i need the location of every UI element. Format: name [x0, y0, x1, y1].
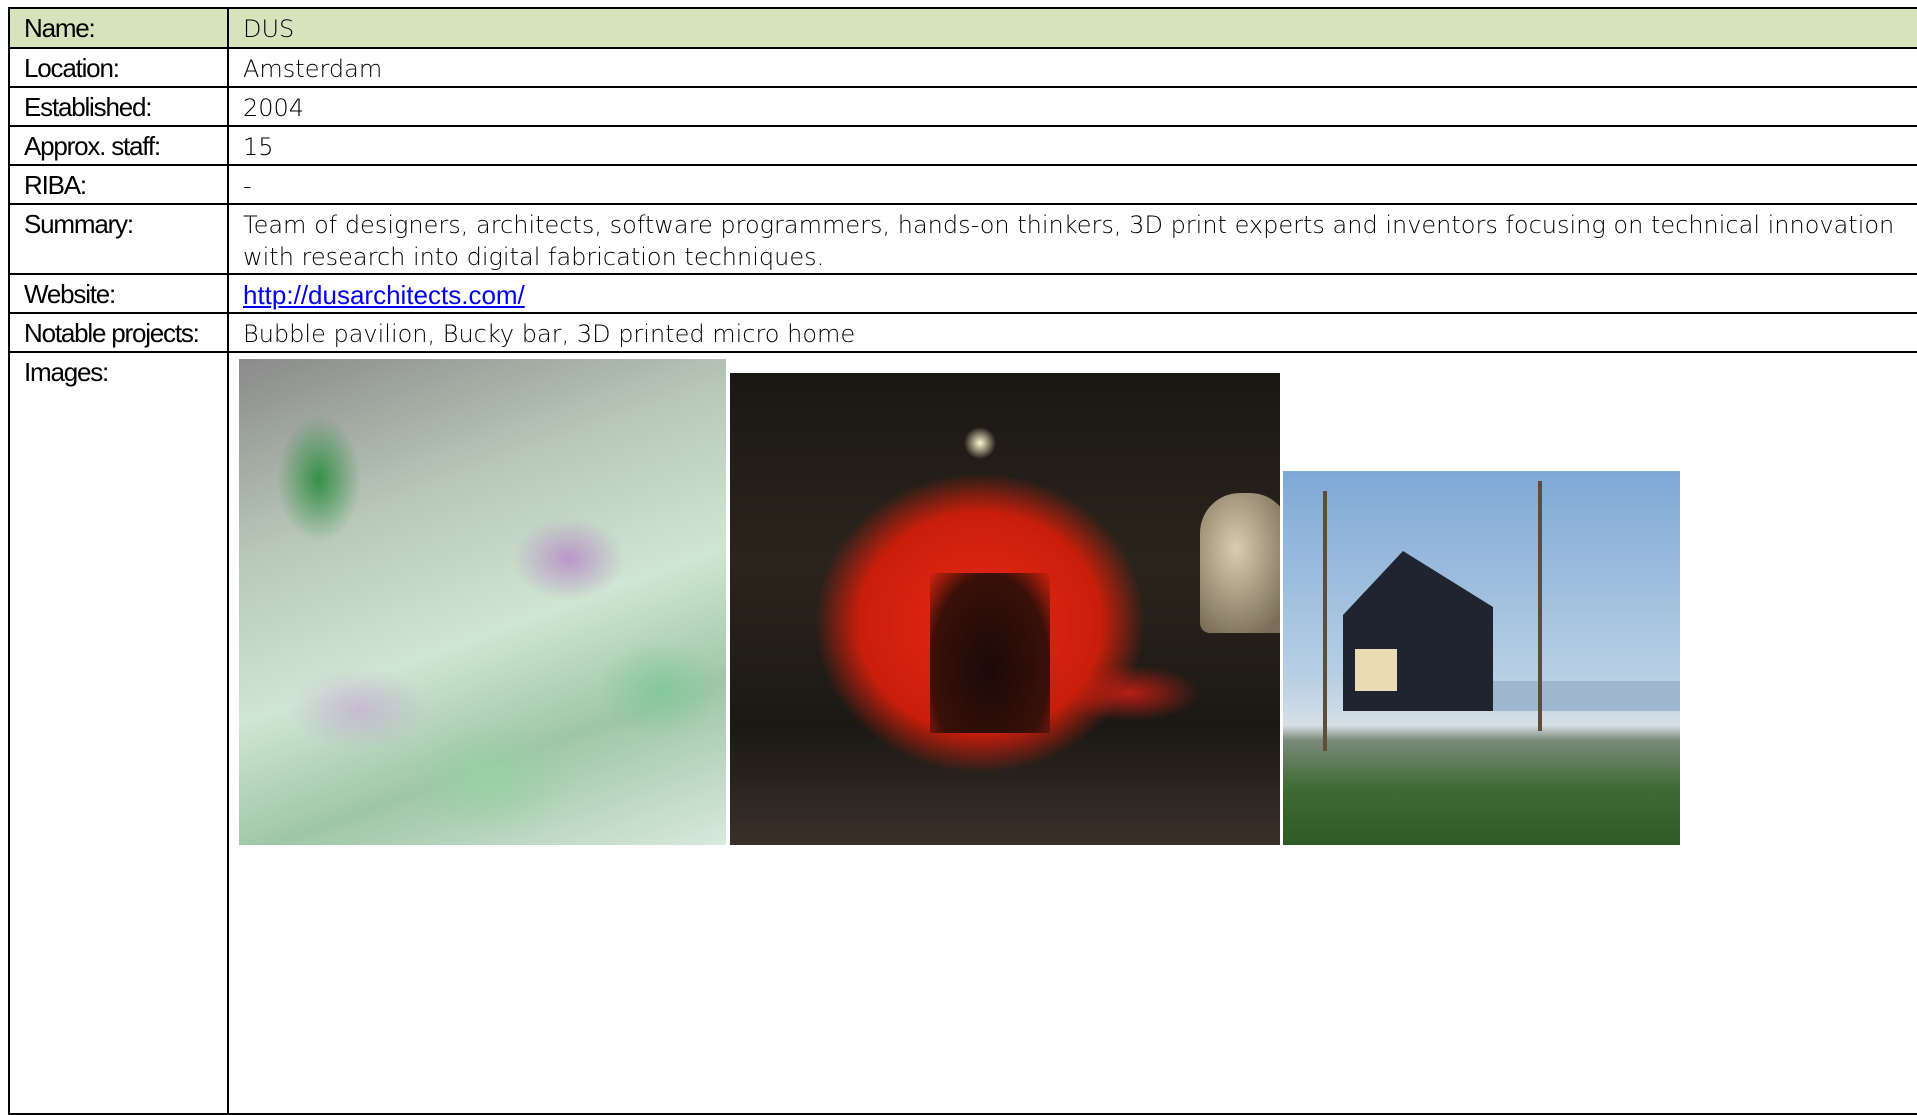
- label-location: Location:: [8, 47, 229, 88]
- value-staff: 15: [227, 125, 1917, 166]
- value-summary: Team of designers, architects, software …: [227, 203, 1917, 275]
- row-projects: Notable projects: Bubble pavilion, Bucky…: [8, 312, 1917, 353]
- row-summary: Summary: Team of designers, architects, …: [8, 203, 1917, 275]
- value-projects: Bubble pavilion, Bucky bar, 3D printed m…: [227, 312, 1917, 353]
- value-name: DUS: [227, 7, 1917, 49]
- label-website: Website:: [8, 273, 229, 314]
- row-images: Images:: [8, 351, 1917, 1115]
- house-window-shape: [1355, 649, 1397, 691]
- label-staff: Approx. staff:: [8, 125, 229, 166]
- value-website: http://dusarchitects.com/: [227, 273, 1917, 314]
- dome-crowd-shape: [930, 573, 1050, 733]
- value-location: Amsterdam: [227, 47, 1917, 88]
- micro-home-photo: [1283, 471, 1680, 845]
- profile-sheet: Name: DUS Location: Amsterdam Establishe…: [8, 7, 1917, 1115]
- bubble-pavilion-photo: [239, 359, 726, 845]
- water-shape: [1483, 681, 1680, 711]
- value-images: [227, 351, 1917, 1115]
- value-established: 2004: [227, 86, 1917, 127]
- label-riba: RIBA:: [8, 164, 229, 205]
- row-location: Location: Amsterdam: [8, 47, 1917, 88]
- tree-trunk: [1323, 491, 1327, 751]
- row-staff: Approx. staff: 15: [8, 125, 1917, 166]
- red-umbrella-dome-photo: [730, 373, 1280, 845]
- website-link[interactable]: http://dusarchitects.com/: [243, 280, 525, 310]
- row-website: Website: http://dusarchitects.com/: [8, 273, 1917, 314]
- label-projects: Notable projects:: [8, 312, 229, 353]
- label-summary: Summary:: [8, 203, 229, 275]
- label-name: Name:: [8, 7, 229, 49]
- tree-trunk: [1538, 481, 1542, 731]
- value-riba: -: [227, 164, 1917, 205]
- image-gallery: [229, 353, 1917, 1113]
- profile-table: Name: DUS Location: Amsterdam Establishe…: [8, 7, 1917, 1115]
- label-images: Images:: [8, 351, 229, 1115]
- row-name: Name: DUS: [8, 7, 1917, 49]
- foreground-cap-shape: [1200, 493, 1280, 633]
- row-established: Established: 2004: [8, 86, 1917, 127]
- label-established: Established:: [8, 86, 229, 127]
- row-riba: RIBA: -: [8, 164, 1917, 205]
